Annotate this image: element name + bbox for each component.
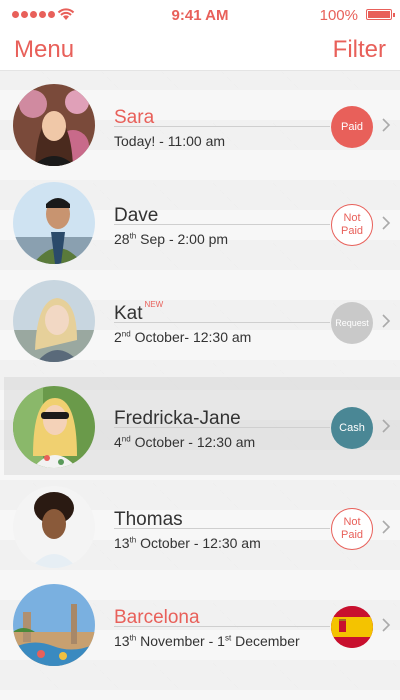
list-item-selected[interactable]: Fredricka-Jane 4nd October - 12:30 am Ca…: [4, 377, 400, 475]
appointment-date: 4nd October - 12:30 am: [114, 434, 256, 450]
chevron-right-icon: [382, 118, 391, 132]
list-item[interactable]: Barcelona 13th November - 1st December: [0, 571, 400, 669]
avatar: [13, 280, 95, 362]
divider: [114, 427, 330, 428]
chevron-right-icon: [382, 419, 391, 433]
avatar: [13, 386, 95, 468]
spain-flag-icon[interactable]: [331, 606, 373, 648]
status-bar: 9:41 AM 100%: [0, 0, 400, 30]
payment-status-badge[interactable]: Cash: [331, 407, 373, 449]
chevron-right-icon: [382, 520, 391, 534]
appointment-date: Today! - 11:00 am: [114, 133, 226, 149]
battery-icon: [366, 9, 395, 20]
divider: [114, 528, 330, 529]
appointment-date: 2nd October- 12:30 am: [114, 329, 252, 345]
chevron-right-icon: [382, 216, 391, 230]
avatar: [13, 182, 95, 264]
battery-percentage: 100%: [319, 7, 358, 24]
appointment-date: 28th Sep - 2:00 pm: [114, 231, 229, 247]
appointment-date: 13th November - 1st December: [114, 633, 300, 649]
nav-bar: Menu Filter: [0, 30, 400, 71]
filter-button[interactable]: Filter: [333, 36, 386, 64]
avatar: [13, 486, 95, 568]
appointment-date: 13th October - 12:30 am: [114, 535, 261, 551]
payment-status-badge[interactable]: Not Paid: [331, 508, 373, 550]
list-item[interactable]: Thomas 13th October - 12:30 am Not Paid: [0, 473, 400, 571]
payment-status-badge[interactable]: Not Paid: [331, 204, 373, 246]
divider: [114, 322, 330, 323]
divider: [114, 126, 330, 127]
list-item[interactable]: Dave 28th Sep - 2:00 pm Not Paid: [0, 169, 400, 267]
payment-status-badge[interactable]: Paid: [331, 106, 373, 148]
avatar: [13, 584, 95, 666]
list-item[interactable]: Sara Today! - 11:00 am Paid: [0, 71, 400, 169]
chevron-right-icon: [382, 618, 391, 632]
avatar: [13, 84, 95, 166]
payment-status-badge[interactable]: Request: [331, 302, 373, 344]
new-label: NEW: [144, 300, 164, 309]
menu-button[interactable]: Menu: [14, 36, 74, 64]
chevron-right-icon: [382, 314, 391, 328]
divider: [114, 626, 330, 627]
list-item[interactable]: Kat NEW 2nd October- 12:30 am Request: [0, 267, 400, 365]
divider: [114, 224, 330, 225]
